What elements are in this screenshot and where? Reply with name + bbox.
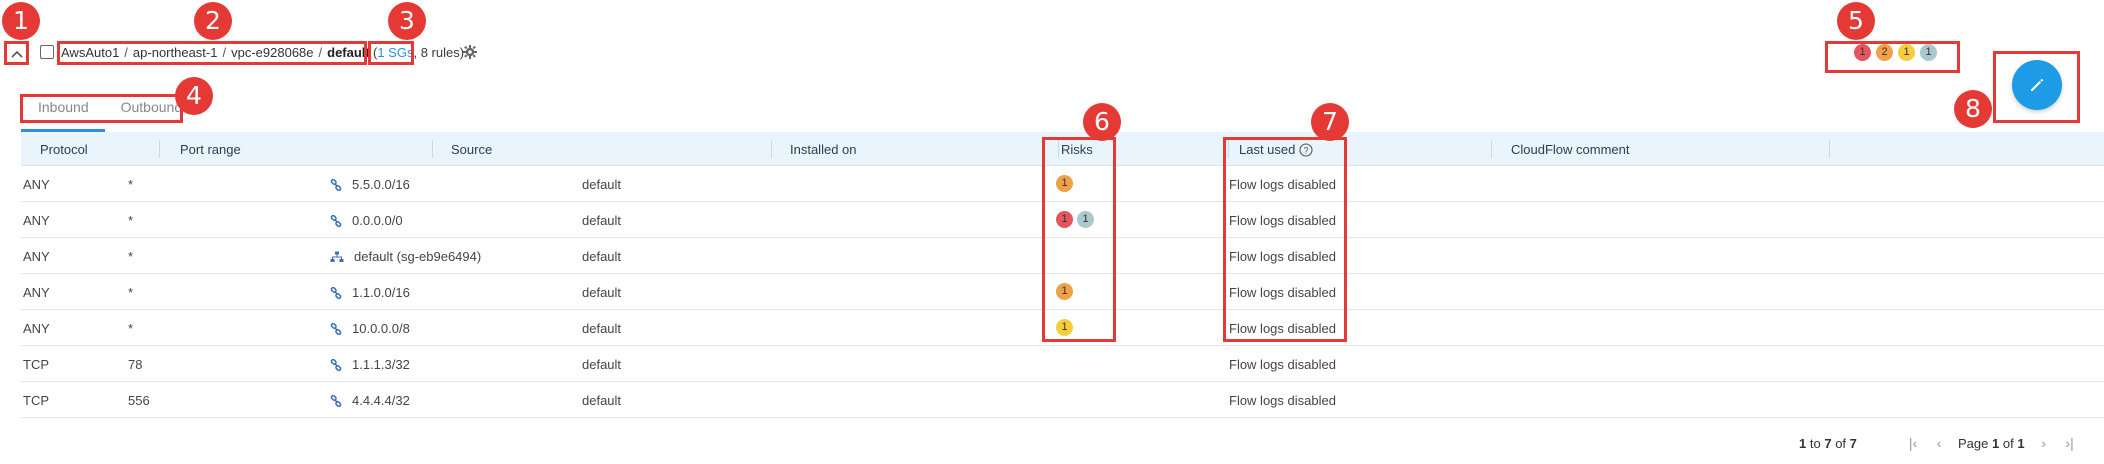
- callout-marker: 5: [1837, 2, 1875, 40]
- range-total: 7: [1849, 436, 1857, 451]
- page-indicator: Page 1 of 1: [1958, 436, 2025, 451]
- installed-on-cell: default: [582, 393, 622, 408]
- table-row[interactable]: TCP 78 1.1.1.3/32 default Flow logs disabled: [21, 346, 2104, 382]
- source-text: 1.1.0.0/16: [352, 285, 410, 300]
- protocol-cell: TCP: [23, 393, 49, 408]
- select-checkbox[interactable]: [40, 45, 54, 59]
- page-word: Page: [1958, 435, 1989, 451]
- source-text: 5.5.0.0/16: [352, 177, 410, 192]
- port-range-cell: 78: [128, 357, 143, 372]
- gear-icon: [463, 45, 477, 59]
- table-row[interactable]: TCP 556 4.4.4.4/32 default Flow logs disable…: [21, 382, 2104, 418]
- protocol-cell: ANY: [23, 321, 50, 336]
- source-text: 4.4.4.4/32: [352, 393, 410, 408]
- page-of-word: of: [2002, 435, 2014, 451]
- column-cloudflow-comment[interactable]: CloudFlow comment: [1511, 142, 1630, 157]
- page-count: 1: [2017, 435, 2025, 451]
- last-used-cell: Flow logs disabled: [1229, 393, 1336, 408]
- source-text: default (sg-eb9e6494): [354, 249, 482, 264]
- column-protocol[interactable]: Protocol: [40, 142, 88, 157]
- protocol-cell: ANY: [23, 285, 50, 300]
- next-page-icon[interactable]: ›: [2037, 435, 2051, 451]
- annotation-box-4: [20, 94, 183, 123]
- source-cell[interactable]: 0.0.0.0/0: [330, 213, 403, 228]
- annotation-box-7: [1223, 137, 1347, 342]
- column-divider[interactable]: [1829, 140, 1830, 158]
- protocol-cell: ANY: [23, 177, 50, 192]
- callout-marker: 6: [1083, 103, 1121, 141]
- rules-count: , 8 rules): [413, 45, 465, 60]
- column-divider[interactable]: [432, 140, 433, 158]
- protocol-cell: TCP: [23, 357, 49, 372]
- callout-marker: 8: [1954, 90, 1992, 128]
- pagination-summary: 1 to 7 of 7: [1799, 436, 1857, 451]
- callout-marker: 7: [1311, 103, 1349, 141]
- first-page-icon[interactable]: |‹: [1906, 435, 1920, 451]
- installed-on-cell: default: [582, 213, 622, 228]
- source-text: 0.0.0.0/0: [352, 213, 403, 228]
- range-to-word: to: [1809, 436, 1821, 451]
- callout-marker: 1: [2, 2, 40, 40]
- column-installed-on[interactable]: Installed on: [790, 142, 857, 157]
- column-divider[interactable]: [159, 140, 160, 158]
- column-divider[interactable]: [1491, 140, 1492, 158]
- source-cell[interactable]: 1.1.1.3/32: [330, 357, 410, 372]
- protocol-cell: ANY: [23, 249, 50, 264]
- column-port-range[interactable]: Port range: [180, 142, 241, 157]
- last-page-icon[interactable]: ›|: [2063, 435, 2077, 451]
- link-icon: [330, 286, 347, 299]
- last-used-cell: Flow logs disabled: [1229, 357, 1336, 372]
- source-cell[interactable]: 10.0.0.0/8: [330, 321, 410, 336]
- link-icon: [330, 358, 347, 371]
- range-of-word: of: [1835, 436, 1847, 451]
- source-cell[interactable]: 1.1.0.0/16: [330, 285, 410, 300]
- installed-on-cell: default: [582, 177, 622, 192]
- source-cell[interactable]: 5.5.0.0/16: [330, 177, 410, 192]
- callout-marker: 3: [388, 2, 426, 40]
- column-source[interactable]: Source: [451, 142, 492, 157]
- network-icon: [330, 251, 349, 263]
- protocol-cell: ANY: [23, 213, 50, 228]
- installed-on-cell: default: [582, 249, 622, 264]
- previous-page-icon[interactable]: ‹: [1932, 435, 1946, 451]
- column-divider[interactable]: [771, 140, 772, 158]
- port-range-cell: *: [128, 285, 134, 300]
- source-text: 10.0.0.0/8: [352, 321, 410, 336]
- link-icon: [330, 394, 347, 407]
- link-icon: [330, 178, 347, 191]
- link-icon: [330, 214, 347, 227]
- settings-button[interactable]: [462, 44, 478, 60]
- source-cell[interactable]: 4.4.4.4/32: [330, 393, 410, 408]
- link-icon: [330, 322, 347, 335]
- installed-on-cell: default: [582, 285, 622, 300]
- port-range-cell: *: [128, 321, 134, 336]
- callout-marker: 4: [175, 77, 213, 115]
- range-start: 1: [1799, 436, 1807, 451]
- port-range-cell: *: [128, 177, 134, 192]
- range-end: 7: [1824, 436, 1832, 451]
- current-page: 1: [1992, 435, 2000, 451]
- annotation-box-8: [1993, 51, 2080, 123]
- annotation-box-3: [368, 41, 414, 65]
- annotation-box-6: [1042, 137, 1116, 342]
- annotation-box-1: [4, 41, 29, 65]
- annotation-box-2: [57, 41, 367, 65]
- port-range-cell: *: [128, 213, 134, 228]
- port-range-cell: *: [128, 249, 134, 264]
- source-cell[interactable]: default (sg-eb9e6494): [330, 249, 481, 264]
- installed-on-cell: default: [582, 321, 622, 336]
- pagination-nav: |‹ ‹ Page 1 of 1 › ›|: [1906, 435, 2077, 451]
- source-text: 1.1.1.3/32: [352, 357, 410, 372]
- port-range-cell: 556: [128, 393, 150, 408]
- installed-on-cell: default: [582, 357, 622, 372]
- annotation-box-5: [1825, 41, 1960, 73]
- callout-marker: 2: [194, 2, 232, 40]
